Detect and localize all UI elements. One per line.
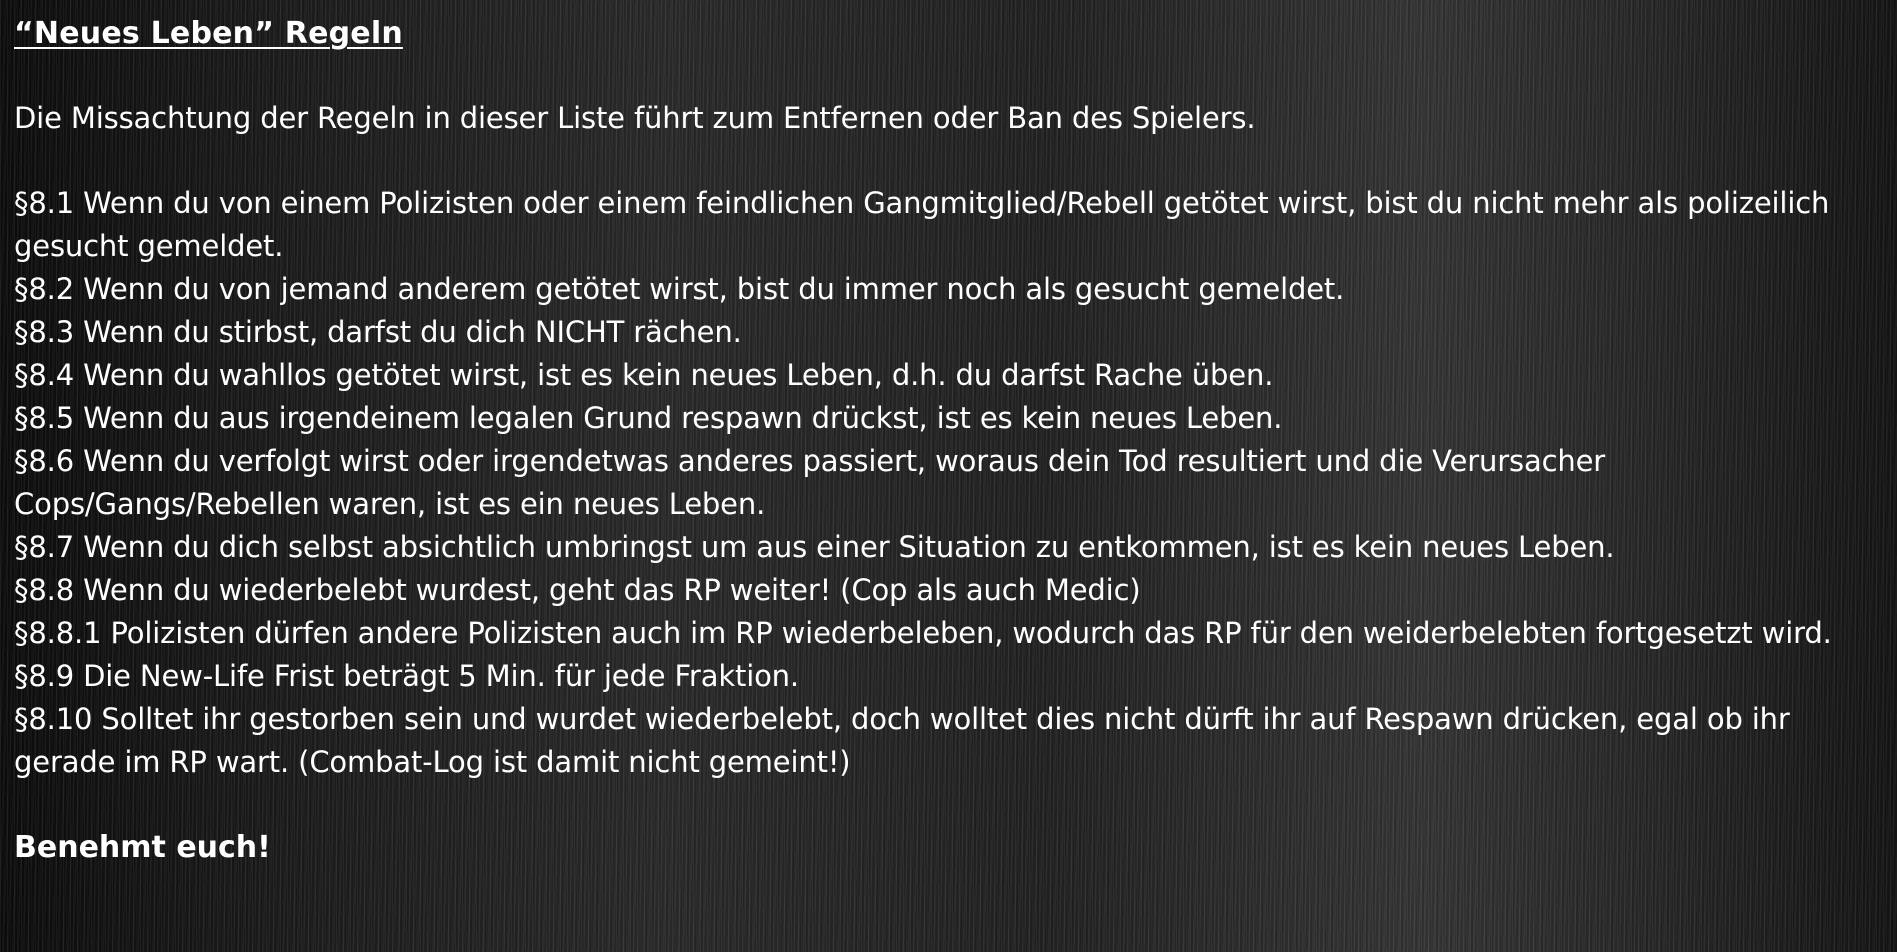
rule-8-2: §8.2 Wenn du von jemand anderem getötet … <box>14 272 1345 306</box>
rule-8-8-1: §8.8.1 Polizisten dürfen andere Polizist… <box>14 616 1832 650</box>
rules-list: §8.1 Wenn du von einem Polizisten oder e… <box>14 182 1884 784</box>
intro-text: Die Missachtung der Regeln in dieser Lis… <box>14 101 1256 135</box>
rule-8-1: §8.1 Wenn du von einem Polizisten oder e… <box>14 186 1830 263</box>
rule-8-4: §8.4 Wenn du wahllos getötet wirst, ist … <box>14 358 1274 392</box>
page-title: “Neues Leben” Regeln <box>14 16 403 51</box>
rule-8-6: §8.6 Wenn du verfolgt wirst oder irgende… <box>14 444 1606 521</box>
rules-document: “Neues Leben” Regeln Die Missachtung der… <box>14 12 1884 869</box>
closing-text: Benehmt euch! <box>14 830 271 865</box>
rule-8-10: §8.10 Solltet ihr gestorben sein und wur… <box>14 702 1790 779</box>
rule-8-3: §8.3 Wenn du stirbst, darfst du dich NIC… <box>14 315 742 349</box>
rule-8-7: §8.7 Wenn du dich selbst absichtlich umb… <box>14 530 1615 564</box>
rule-8-5: §8.5 Wenn du aus irgendeinem legalen Gru… <box>14 401 1283 435</box>
rule-8-9: §8.9 Die New-Life Frist beträgt 5 Min. f… <box>14 659 799 693</box>
rule-8-8: §8.8 Wenn du wiederbelebt wurdest, geht … <box>14 573 1141 607</box>
